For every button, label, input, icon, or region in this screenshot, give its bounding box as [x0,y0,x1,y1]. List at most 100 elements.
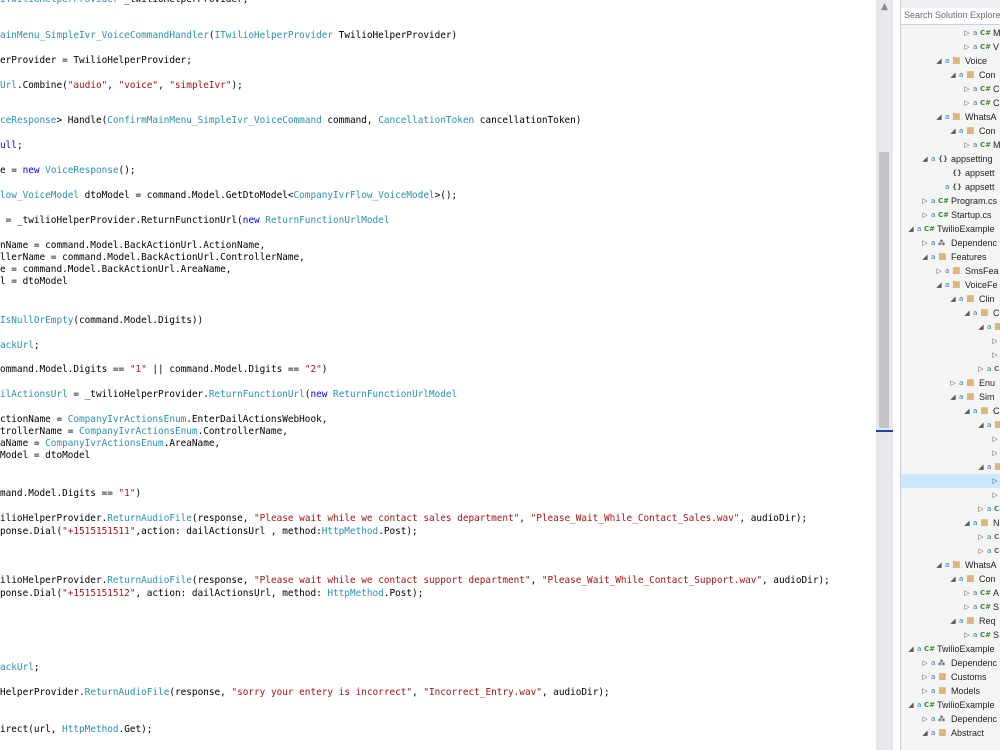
collapsed-arrow-icon[interactable]: ▷ [963,26,971,40]
tree-item[interactable]: ▷aC# [901,362,1000,376]
tree-item[interactable]: ◢ a ■ Features [901,250,1000,264]
expanded-arrow-icon[interactable]: ◢ [921,152,929,166]
code-line[interactable]: l = dtoModel [0,276,68,288]
tree-item[interactable]: a{} appsett [901,180,1000,194]
tree-item[interactable]: ◢ a C# TwilioExample [901,642,1000,656]
tree-item[interactable]: ▷ [901,474,1000,488]
expanded-arrow-icon[interactable]: ◢ [949,68,957,82]
tree-item[interactable]: ▷ a ■ Enu [901,376,1000,390]
tree-item[interactable]: ◢ a ■ WhatsA [901,110,1000,124]
code-line[interactable]: nName = command.Model.BackActionUrl.Acti… [0,240,265,252]
scroll-up-icon[interactable]: ▲ [876,0,893,14]
collapsed-arrow-icon[interactable]: ▷ [921,684,929,698]
tree-item[interactable]: ◢ a ■ Req [901,614,1000,628]
tree-item[interactable]: ▷aC# [901,530,1000,544]
expanded-arrow-icon[interactable]: ◢ [935,278,943,292]
code-line[interactable]: ilioHelperProvider.ReturnAudioFile(respo… [0,513,807,525]
tree-item[interactable]: ◢ a ■ Con [901,572,1000,586]
code-line[interactable]: e = new VoiceResponse(); [0,165,135,177]
collapsed-arrow-icon[interactable]: ▷ [991,348,999,362]
code-line[interactable]: ackUrl; [0,340,40,352]
collapsed-arrow-icon[interactable]: ▷ [921,712,929,726]
collapsed-arrow-icon[interactable]: ▷ [963,82,971,96]
code-line[interactable]: ackUrl; [0,662,40,674]
tree-item[interactable]: ◢ a ■ Abstract [901,726,1000,740]
code-line[interactable]: irect(url, HttpMethod.Get); [0,724,152,736]
code-line[interactable]: llerName = command.Model.BackActionUrl.C… [0,252,305,264]
collapsed-arrow-icon[interactable]: ▷ [977,362,985,376]
tree-item[interactable]: ◢ a ■ Voice [901,54,1000,68]
expanded-arrow-icon[interactable]: ◢ [935,54,943,68]
expanded-arrow-icon[interactable]: ◢ [977,320,985,334]
tree-item[interactable]: ▷aC# [901,544,1000,558]
panel-splitter[interactable] [893,0,900,750]
tree-item[interactable]: ▷ [901,488,1000,502]
tree-item[interactable]: ◢ a{} appsetting [901,152,1000,166]
code-line[interactable]: HelperProvider.ReturnAudioFile(response,… [0,687,610,699]
tree-item[interactable]: ▷ a ⁂ Dependenc [901,656,1000,670]
code-line[interactable]: ull; [0,140,23,152]
tree-item[interactable]: ◢ a ■ N [901,516,1000,530]
code-line[interactable]: ceResponse> Handle(ConfirmMainMenu_Simpl… [0,115,581,127]
tree-item[interactable]: ▷ [901,334,1000,348]
code-line[interactable]: mand.Model.Digits == "1") [0,488,141,500]
collapsed-arrow-icon[interactable]: ▷ [991,488,999,502]
tree-item[interactable]: ▷ a ■ Customs [901,670,1000,684]
tree-item[interactable]: ▷ [901,432,1000,446]
code-editor[interactable]: ITwilioHelperProvider _twilioHelperProvi… [0,0,876,750]
tree-item[interactable]: ◢a■ [901,418,1000,432]
tree-item[interactable]: ▷ a C# V [901,40,1000,54]
expanded-arrow-icon[interactable]: ◢ [977,460,985,474]
tree-item[interactable]: ◢a■ [901,320,1000,334]
collapsed-arrow-icon[interactable]: ▷ [921,670,929,684]
expanded-arrow-icon[interactable]: ◢ [949,572,957,586]
code-line[interactable]: e = command.Model.BackActionUrl.AreaName… [0,264,231,276]
tree-item[interactable]: ▷ a ■ Models [901,684,1000,698]
tree-item[interactable]: ▷ a C# Startup.cs [901,208,1000,222]
code-line[interactable]: ctionName = CompanyIvrActionsEnum.EnterD… [0,414,327,426]
expanded-arrow-icon[interactable]: ◢ [921,250,929,264]
tree-item[interactable]: ▷ a ⁂ Dependenc [901,712,1000,726]
tree-item[interactable]: ◢a■ [901,460,1000,474]
code-line[interactable]: Url.Combine("audio", "voice", "simpleIvr… [0,80,243,92]
tree-item[interactable]: ◢ a ■ C [901,404,1000,418]
expanded-arrow-icon[interactable]: ◢ [949,614,957,628]
expanded-arrow-icon[interactable]: ◢ [921,726,929,740]
expanded-arrow-icon[interactable]: ◢ [907,222,915,236]
tree-item[interactable]: ◢ a ■ Con [901,68,1000,82]
code-line[interactable]: ITwilioHelperProvider _twilioHelperProvi… [0,0,248,6]
tree-item[interactable]: {} appsett [901,166,1000,180]
collapsed-arrow-icon[interactable]: ▷ [991,446,999,460]
expanded-arrow-icon[interactable]: ◢ [907,642,915,656]
collapsed-arrow-icon[interactable]: ▷ [963,628,971,642]
tree-item[interactable]: ◢ a ■ Clin [901,292,1000,306]
expanded-arrow-icon[interactable]: ◢ [963,516,971,530]
collapsed-arrow-icon[interactable]: ▷ [921,656,929,670]
expanded-arrow-icon[interactable]: ◢ [935,110,943,124]
tree-item[interactable]: ▷ a ■ SmsFea [901,264,1000,278]
collapsed-arrow-icon[interactable]: ▷ [977,530,985,544]
code-line[interactable]: IsNullOrEmpty(command.Model.Digits)) [0,315,203,327]
collapsed-arrow-icon[interactable]: ▷ [977,502,985,516]
code-line[interactable]: Model = dtoModel [0,450,90,462]
tree-item[interactable]: ◢ a C# TwilioExample [901,222,1000,236]
code-line[interactable]: erProvider = TwilioHelperProvider; [0,55,192,67]
tree-item[interactable]: ▷ a C# C [901,82,1000,96]
expanded-arrow-icon[interactable]: ◢ [949,292,957,306]
code-line[interactable]: low_VoiceModel dtoModel = command.Model.… [0,190,457,202]
tree-item[interactable]: ◢ a ■ Sim [901,390,1000,404]
tree-item[interactable]: ◢ a C# TwilioExample [901,698,1000,712]
tree-item[interactable]: ▷aC# [901,502,1000,516]
editor-vertical-scrollbar[interactable]: ▲ [876,0,893,750]
collapsed-arrow-icon[interactable]: ▷ [963,600,971,614]
collapsed-arrow-icon[interactable]: ▷ [921,236,929,250]
tree-item[interactable]: ▷ a ⁂ Dependenc [901,236,1000,250]
expanded-arrow-icon[interactable]: ◢ [963,404,971,418]
code-line[interactable]: ainMenu_SimpleIvr_VoiceCommandHandler(IT… [0,30,457,42]
collapsed-arrow-icon[interactable]: ▷ [963,586,971,600]
code-line[interactable]: ponse.Dial("+1515151511",action: dailAct… [0,526,418,538]
collapsed-arrow-icon[interactable]: ▷ [977,544,985,558]
expanded-arrow-icon[interactable]: ◢ [949,124,957,138]
expanded-arrow-icon[interactable]: ◢ [977,418,985,432]
code-line[interactable]: trollerName = CompanyIvrActionsEnum.Cont… [0,426,288,438]
